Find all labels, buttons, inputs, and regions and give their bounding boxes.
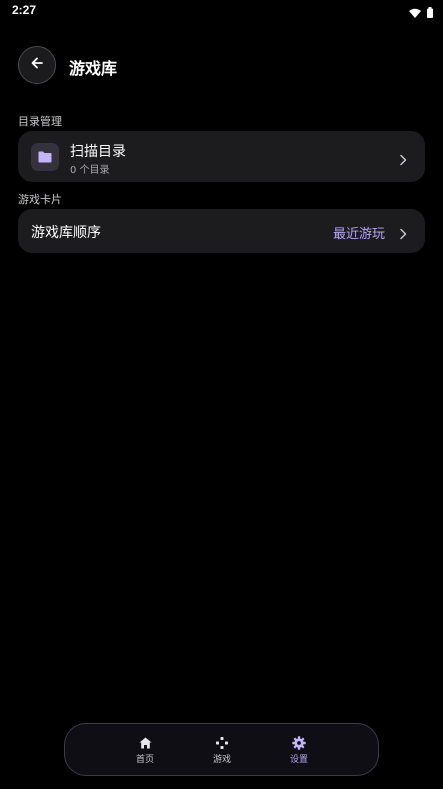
nav-item-games[interactable]: 游戏 xyxy=(192,736,252,765)
page-title: 游戏库 xyxy=(69,59,118,78)
gear-icon xyxy=(292,736,306,750)
status-icons xyxy=(409,3,433,22)
scan-directory-title: 扫描目录 xyxy=(70,144,126,160)
battery-icon xyxy=(427,3,433,22)
status-time: 2:27 xyxy=(12,3,37,17)
nav-item-settings[interactable]: 设置 xyxy=(269,736,329,765)
arrow-left-icon xyxy=(29,55,45,75)
settings-game-library-screen: 2:27 游戏库 目录管理 扫描目录 0 个目录 游戏卡片 游戏库顺序 最近游玩… xyxy=(0,0,443,789)
library-order-item[interactable]: 游戏库顺序 最近游玩 xyxy=(18,209,425,253)
nav-label-games: 游戏 xyxy=(212,755,231,765)
chevron-right-icon xyxy=(397,225,409,240)
nav-label-home: 首页 xyxy=(135,755,154,765)
status-bar: 2:27 xyxy=(0,0,443,20)
section-label-game-card: 游戏卡片 xyxy=(18,193,62,206)
chevron-right-icon xyxy=(397,151,409,166)
library-order-title: 游戏库顺序 xyxy=(31,225,101,241)
back-button[interactable] xyxy=(18,46,56,84)
bottom-nav: 首页 游戏 设置 xyxy=(64,723,379,776)
gamepad-icon xyxy=(215,736,229,750)
folder-icon-box xyxy=(31,143,59,171)
nav-item-home[interactable]: 首页 xyxy=(115,736,175,765)
scan-directory-item[interactable]: 扫描目录 0 个目录 xyxy=(18,131,425,182)
library-order-value: 最近游玩 xyxy=(332,227,385,242)
folder-icon xyxy=(38,148,52,167)
scan-directory-count: 0 个目录 xyxy=(70,165,110,176)
wifi-icon xyxy=(409,3,421,22)
section-label-directory: 目录管理 xyxy=(18,115,62,128)
nav-label-settings: 设置 xyxy=(289,755,308,765)
home-icon xyxy=(138,736,152,750)
